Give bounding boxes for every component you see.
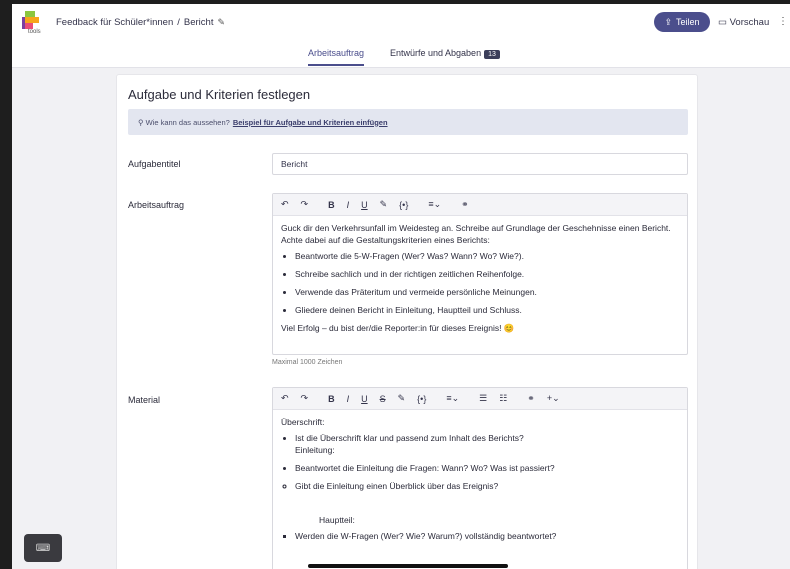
tab-label: Entwürfe und Abgaben xyxy=(390,48,482,58)
top-header: tools Feedback für Schüler*innen / Bericht… xyxy=(12,4,790,42)
list-item: Verwende das Präteritum und vermeide per… xyxy=(295,286,679,298)
title-input[interactable]: Bericht xyxy=(272,153,688,175)
app-logo[interactable]: tools xyxy=(22,11,44,37)
bullet-list-icon[interactable]: ☰ xyxy=(479,393,487,404)
material-heading: Überschrift: xyxy=(281,417,325,427)
editor-toolbar: ↶ ↷ B I U S ✎ {•} ≡⌄ ☰ ☷ ⚭ +⌄ xyxy=(273,388,687,410)
nested-list: Gibt die Einleitung einen Überblick über… xyxy=(295,480,679,492)
tab-arbeitsauftrag[interactable]: Arbeitsauftrag xyxy=(308,48,365,66)
breadcrumb-separator: / xyxy=(177,17,180,28)
strikethrough-icon[interactable]: S xyxy=(380,394,386,404)
card-title: Aufgabe und Kriterien festlegen xyxy=(128,87,311,102)
criteria-list: Beantworte die 5-W-Fragen (Wer? Was? Wan… xyxy=(295,250,679,316)
link-icon[interactable]: ⚭ xyxy=(461,199,469,210)
preview-label: Vorschau xyxy=(729,17,770,28)
app-window: tools Feedback für Schüler*innen / Bericht… xyxy=(12,4,790,569)
share-icon: ⇪ xyxy=(664,16,673,27)
italic-icon[interactable]: I xyxy=(347,200,350,210)
nested-list: Werden die W-Fragen (Wer? Wie? Warum?) v… xyxy=(295,530,679,542)
link-icon[interactable]: ⚭ xyxy=(527,393,535,404)
breadcrumb: Feedback für Schüler*innen / Bericht ✎ xyxy=(56,17,225,28)
preview-button[interactable]: ▭ Vorschau xyxy=(718,17,769,28)
editor-content[interactable]: Überschrift: Ist die Überschrift klar un… xyxy=(273,410,687,554)
underline-icon[interactable]: U xyxy=(361,394,368,404)
redo-icon[interactable]: ↷ xyxy=(301,393,309,404)
align-icon[interactable]: ≡⌄ xyxy=(428,199,441,210)
bold-icon[interactable]: B xyxy=(328,200,335,210)
home-indicator xyxy=(308,564,508,568)
redo-icon[interactable]: ↷ xyxy=(301,199,309,210)
list-item-text: Ist die Überschrift klar und passend zum… xyxy=(295,433,524,443)
tab-label: Arbeitsauftrag xyxy=(308,48,365,58)
list-item: Schreibe sachlich und in der richtigen z… xyxy=(295,268,679,280)
insert-example-link[interactable]: Beispiel für Aufgabe und Kriterien einfü… xyxy=(233,118,388,127)
highlight-icon[interactable]: ✎ xyxy=(380,199,388,210)
align-icon[interactable]: ≡⌄ xyxy=(446,393,459,404)
share-button[interactable]: ⇪ Teilen xyxy=(654,12,710,32)
numbered-list-icon[interactable]: ☷ xyxy=(499,393,507,404)
bold-icon[interactable]: B xyxy=(328,394,335,404)
logo-text: tools xyxy=(28,29,41,35)
edit-pencil-icon[interactable]: ✎ xyxy=(217,17,225,27)
undo-icon[interactable]: ↶ xyxy=(281,199,289,210)
breadcrumb-root[interactable]: Feedback für Schüler*innen xyxy=(56,17,173,28)
more-options-icon[interactable]: ⋮ xyxy=(778,16,788,27)
hint-text: Wie kann das aussehen? xyxy=(145,117,230,127)
wand-icon: ⚲ xyxy=(138,117,146,127)
assignment-intro: Guck dir den Verkehrsunfall im Weidesteg… xyxy=(281,223,671,245)
example-hint: ⚲ Wie kann das aussehen? Beispiel für Auf… xyxy=(128,109,688,135)
list-item: Gliedere deinen Bericht in Einleitung, H… xyxy=(295,304,679,316)
title-label: Aufgabentitel xyxy=(128,159,181,169)
list-item: Gibt die Einleitung einen Überblick über… xyxy=(295,480,679,492)
material-list: Ist die Überschrift klar und passend zum… xyxy=(295,432,679,474)
material-main-heading: Hauptteil: xyxy=(319,515,355,525)
monitor-icon: ▭ xyxy=(718,17,727,28)
keyboard-icon[interactable]: ⌨ xyxy=(24,534,62,562)
count-badge: 13 xyxy=(484,50,500,59)
breadcrumb-current: Bericht xyxy=(183,17,214,28)
editor-content[interactable]: Guck dir den Verkehrsunfall im Weidesteg… xyxy=(273,216,687,344)
editor-toolbar: ↶ ↷ B I U ✎ {•} ≡⌄ ⚭ xyxy=(273,194,687,216)
underline-icon[interactable]: U xyxy=(361,200,368,210)
list-item: Beantwortet die Einleitung die Fragen: W… xyxy=(295,462,679,474)
highlight-icon[interactable]: ✎ xyxy=(398,393,406,404)
list-item: Beantworte die 5-W-Fragen (Wer? Was? Wan… xyxy=(295,250,679,262)
assignment-label: Arbeitsauftrag xyxy=(128,200,185,210)
list-item: Ist die Überschrift klar und passend zum… xyxy=(295,432,679,456)
assignment-editor[interactable]: ↶ ↷ B I U ✎ {•} ≡⌄ ⚭ Guck dir den Verkeh… xyxy=(272,193,688,355)
insert-plus-icon[interactable]: +⌄ xyxy=(547,393,560,404)
assignment-outro: Viel Erfolg – du bist der/die Reporter:i… xyxy=(281,323,515,333)
task-card: Aufgabe und Kriterien festlegen ⚲ Wie ka… xyxy=(116,74,698,569)
tab-entwuerfe[interactable]: Entwürfe und Abgaben 13 xyxy=(390,48,500,59)
material-editor[interactable]: ↶ ↷ B I U S ✎ {•} ≡⌄ ☰ ☷ ⚭ +⌄ Überschrif… xyxy=(272,387,688,569)
char-limit: Maximal 1000 Zeichen xyxy=(272,359,343,366)
list-item: Werden die W-Fragen (Wer? Wie? Warum?) v… xyxy=(295,530,679,542)
list-item-text: Einleitung: xyxy=(295,445,335,455)
tab-bar: Arbeitsauftrag Entwürfe und Abgaben 13 xyxy=(12,42,790,68)
italic-icon[interactable]: I xyxy=(347,394,350,404)
variable-icon[interactable]: {•} xyxy=(399,200,408,210)
logo-block xyxy=(22,17,25,29)
share-label: Teilen xyxy=(676,17,700,27)
variable-icon[interactable]: {•} xyxy=(417,394,426,404)
undo-icon[interactable]: ↶ xyxy=(281,393,289,404)
material-label: Material xyxy=(128,395,161,405)
